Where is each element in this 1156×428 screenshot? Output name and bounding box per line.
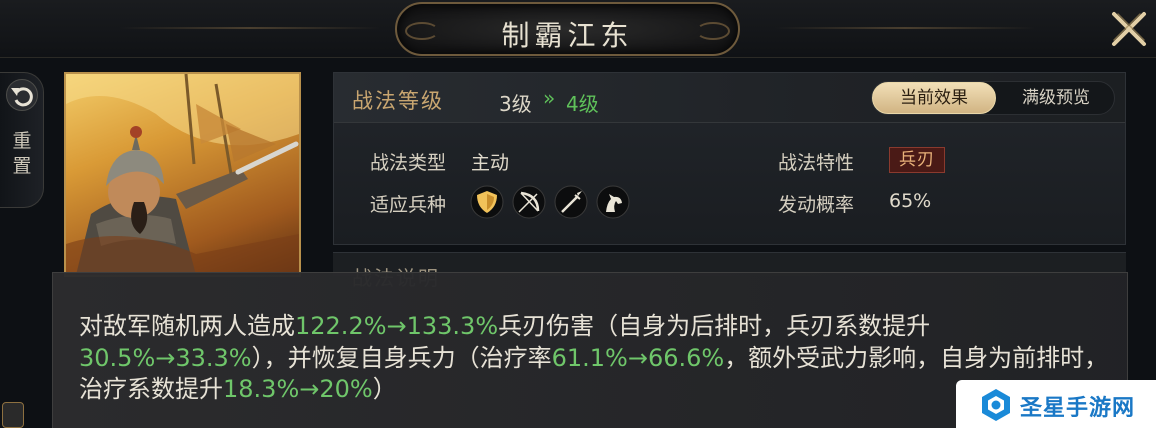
skill-type-value: 主动 [471, 152, 510, 174]
watermark-text: 圣星手游网 [1020, 396, 1136, 421]
desc-value-heal-rate: 61.1%→66.6% [551, 343, 725, 372]
skill-level-next: 4级 [566, 92, 599, 116]
general-portrait [64, 72, 301, 277]
reset-label-char-2: 置 [12, 155, 32, 177]
effect-tab-group: 当前效果 满级预览 [871, 81, 1115, 115]
skill-info-panel: 战法等级 3级 » 4级 当前效果 满级预览 战法类型 主动 战法特性 兵刃 适… [333, 72, 1126, 245]
site-watermark: 圣星手游网 [956, 380, 1156, 428]
desc-segment: ） [372, 375, 397, 403]
corner-badge [2, 402, 24, 428]
title-plate: 制霸江东 [395, 2, 740, 56]
desc-value-damage: 122.2%→133.3% [295, 312, 499, 340]
close-x-icon [1112, 12, 1146, 46]
skill-type-label: 战法类型 [370, 152, 447, 174]
desc-segment: 对敌军随机两人造成 [79, 312, 295, 340]
tab-max-level-preview[interactable]: 满级预览 [998, 82, 1114, 114]
reset-label: 重 置 [10, 129, 34, 179]
watermark-logo-icon [982, 389, 1010, 421]
shield-icon [470, 185, 504, 219]
skill-level-current: 3级 [499, 92, 532, 116]
spear-icon [554, 185, 588, 219]
tab-current-effect[interactable]: 当前效果 [872, 82, 996, 114]
desc-value-damage-bonus: 30.5%→33.3% [79, 343, 252, 372]
close-button[interactable] [1108, 8, 1150, 50]
level-up-arrow-icon: » [543, 86, 555, 110]
trigger-rate-value: 65% [889, 190, 932, 212]
bow-icon [512, 185, 546, 219]
title-bar: 制霸江东 [0, 0, 1156, 58]
skill-description-text: 对敌军随机两人造成122.2%→133.3%兵刃伤害（自身为后排时，兵刃系数提升… [79, 311, 1109, 406]
title-decoration-left [120, 27, 380, 29]
skill-trait-label: 战法特性 [778, 152, 855, 174]
troop-types-label: 适应兵种 [370, 194, 447, 216]
trigger-rate-label: 发动概率 [778, 194, 855, 216]
skill-level-label: 战法等级 [352, 89, 444, 113]
skill-level-header: 战法等级 3级 » 4级 当前效果 满级预览 [334, 73, 1125, 123]
horse-icon [596, 185, 630, 219]
skill-trait-badge: 兵刃 [889, 147, 945, 173]
page-title: 制霸江东 [501, 19, 634, 52]
undo-arrow-icon [6, 79, 38, 111]
desc-segment: 兵刃伤害（自身为后排时，兵刃系数提升 [498, 312, 931, 340]
reset-label-char-1: 重 [12, 130, 32, 152]
title-decoration-right [775, 27, 1035, 29]
reset-button[interactable]: 重 置 [0, 72, 44, 208]
desc-value-heal-bonus: 18.3%→20% [223, 375, 373, 403]
desc-segment: ），并恢复自身兵力（治疗率 [251, 343, 552, 372]
